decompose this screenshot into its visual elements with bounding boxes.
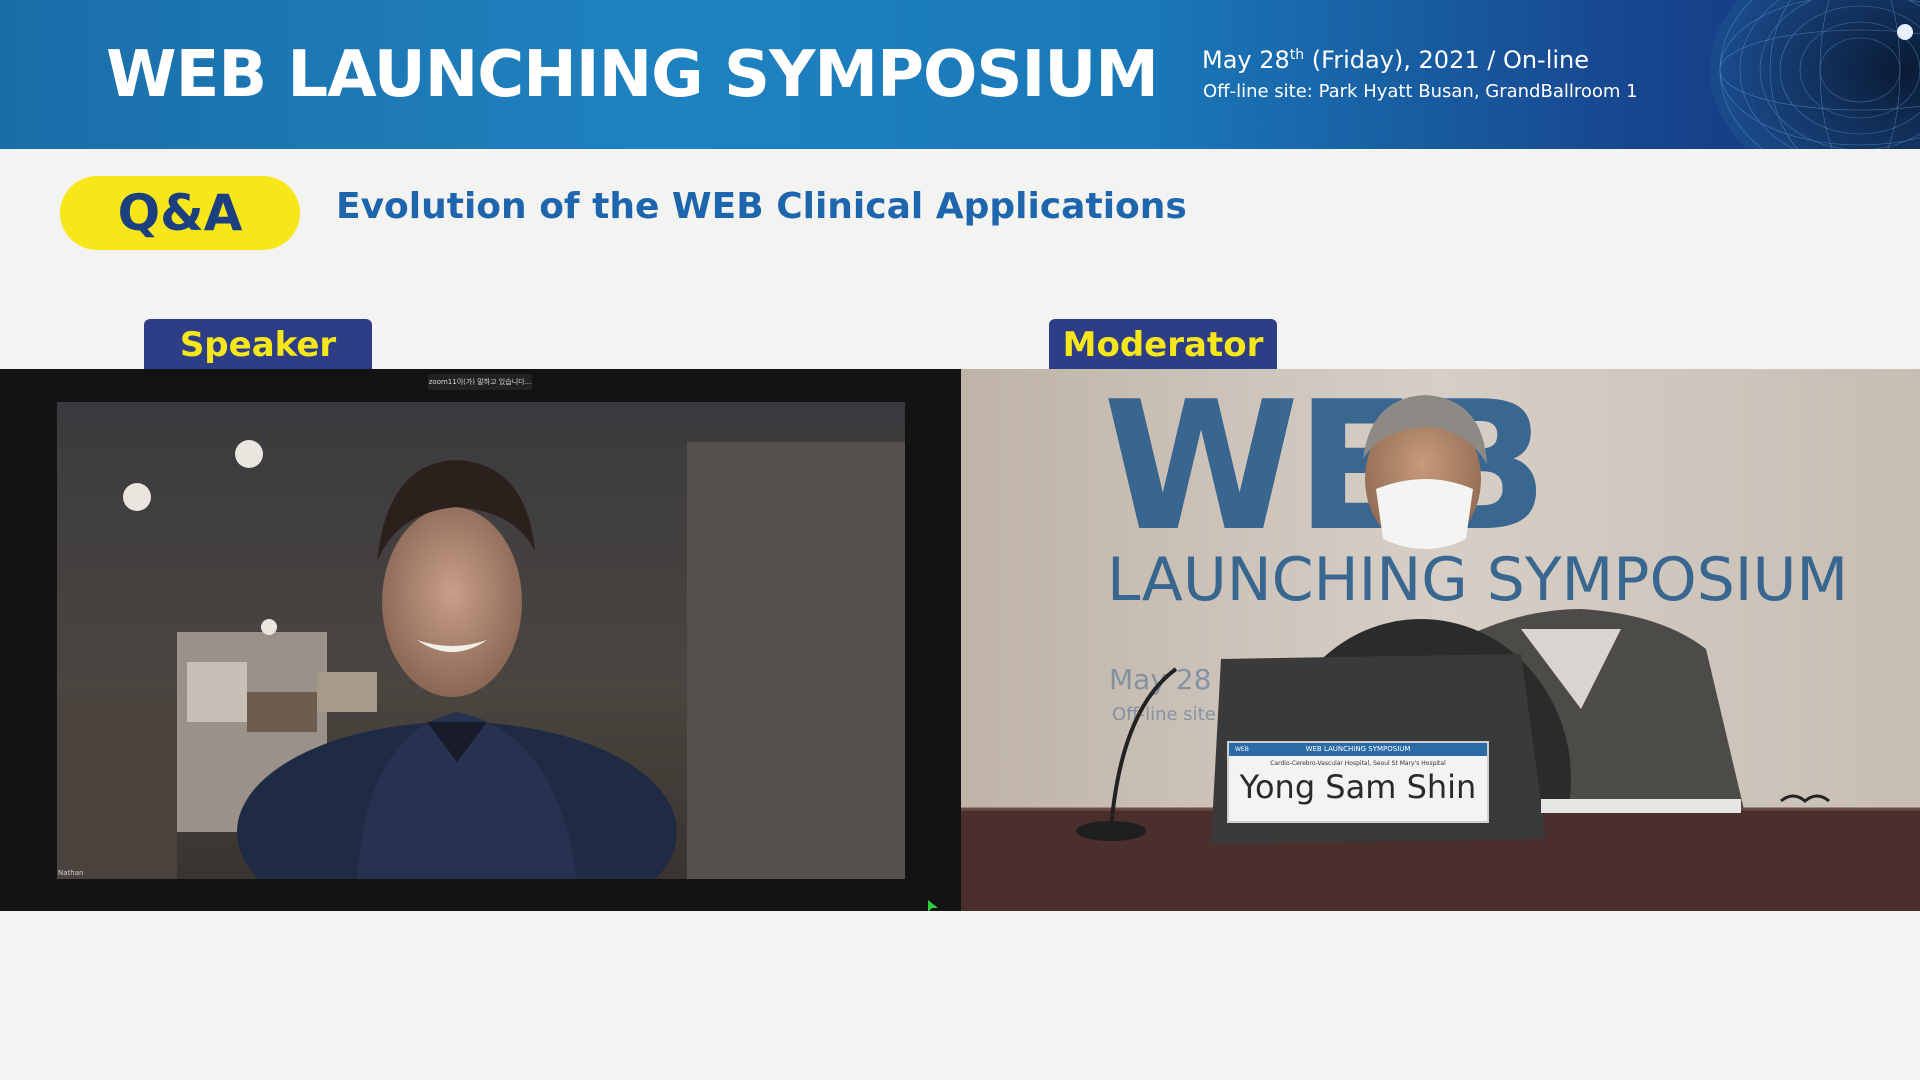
name-card-header: WEB WEB LAUNCHING SYMPOSIUM bbox=[1229, 743, 1487, 756]
cursor-icon bbox=[928, 900, 938, 911]
header-banner: WEB LAUNCHING SYMPOSIUM May 28th (Friday… bbox=[0, 0, 1920, 149]
speaker-video-panel: zoom11이(가) 말하고 있습니다... Nathan bbox=[0, 369, 961, 911]
banner-title: WEB LAUNCHING SYMPOSIUM bbox=[106, 38, 1159, 112]
moderator-label: Moderator bbox=[1049, 319, 1277, 370]
event-site: Off-line site: Park Hyatt Busan, GrandBa… bbox=[1203, 81, 1638, 102]
event-date-suffix: (Friday), 2021 / On-line bbox=[1304, 46, 1590, 74]
name-card-logo: WEB bbox=[1235, 746, 1249, 753]
name-card-header-text: WEB LAUNCHING SYMPOSIUM bbox=[1305, 745, 1411, 753]
name-card-affiliation: Cardio-Cerebro-Vascular Hospital, Seoul … bbox=[1270, 760, 1446, 767]
moderator-video-panel: WEB LAUNCHING SYMPOSIUM May 28 Off-line … bbox=[961, 369, 1920, 911]
zoom-speaking-notice: zoom11이(가) 말하고 있습니다... bbox=[428, 374, 532, 390]
event-date-sup: th bbox=[1289, 47, 1305, 63]
event-date-prefix: May 28 bbox=[1202, 46, 1290, 74]
moderator-name-card: WEB WEB LAUNCHING SYMPOSIUM Cardio-Cereb… bbox=[1227, 741, 1489, 823]
moderator-name: Yong Sam Shin bbox=[1239, 768, 1477, 806]
moderator-person bbox=[961, 395, 1920, 911]
qa-badge: Q&A bbox=[60, 176, 300, 250]
participant-name-tag: Nathan bbox=[58, 869, 84, 877]
session-title: Evolution of the WEB Clinical Applicatio… bbox=[336, 186, 1187, 227]
event-date: May 28th (Friday), 2021 / On-line bbox=[1202, 46, 1589, 74]
speaker-label: Speaker bbox=[144, 319, 372, 370]
sphere-graphic-icon bbox=[1710, 0, 1920, 149]
speaker-video-feed bbox=[57, 402, 905, 879]
